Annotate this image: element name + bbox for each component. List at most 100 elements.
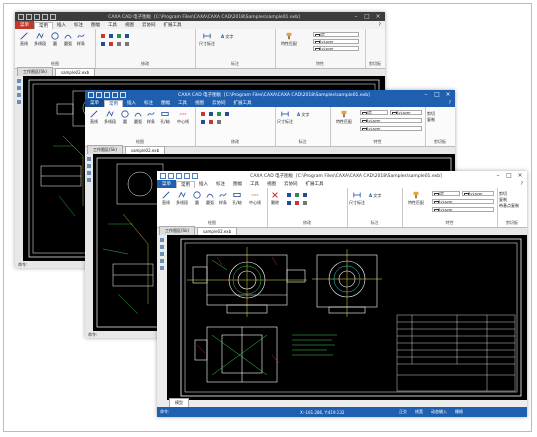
quick-access-toolbar[interactable]	[15, 13, 56, 20]
clipboard-copy-with-base[interactable]: 带基点复制	[499, 203, 519, 208]
circle-tool[interactable]: 圆	[50, 32, 60, 47]
layout-tab-model[interactable]: 模型	[169, 398, 189, 407]
menu-home[interactable]: 常用	[176, 180, 195, 188]
polyline-tool[interactable]: 多线段	[103, 110, 117, 125]
layer-combo[interactable]: 0层	[313, 32, 359, 37]
copy-icon[interactable]	[201, 120, 205, 124]
menu-extensions[interactable]: 扩展工具	[302, 181, 328, 187]
side-tool-icon[interactable]	[160, 245, 164, 249]
maximize-icon[interactable]: □	[433, 91, 441, 98]
menu-extensions[interactable]: 扩展工具	[230, 100, 256, 106]
polyline-tool[interactable]: 多线段	[175, 191, 189, 206]
rotate-icon[interactable]	[303, 193, 307, 197]
status-lineweight[interactable]: 线宽	[411, 409, 427, 415]
text-tool[interactable]: A 文字	[297, 112, 311, 118]
color-combo[interactable]: ByLayer	[462, 191, 494, 196]
command-prompt[interactable]: 命令:	[15, 262, 27, 268]
extend-icon[interactable]	[303, 201, 307, 205]
side-tool-icon[interactable]	[87, 157, 91, 161]
menu-cloud[interactable]: 云协同	[280, 181, 302, 187]
menu-extensions[interactable]: 扩展工具	[160, 22, 186, 28]
clipboard-cut[interactable]: 剪切	[427, 111, 435, 116]
arc-tool[interactable]: 圆弧	[63, 32, 73, 47]
close-icon[interactable]: ×	[374, 13, 382, 20]
file-tab-workspace[interactable]: 工作图区(Sk)	[17, 67, 53, 76]
menu-tools[interactable]: 工具	[246, 181, 263, 187]
menu-annotate[interactable]: 标注	[212, 181, 229, 187]
hole-shaft-tool[interactable]: 孔/轴	[159, 110, 171, 125]
move-icon[interactable]	[109, 34, 113, 38]
menu-insert[interactable]: 插入	[123, 100, 140, 106]
rotate-icon[interactable]	[125, 34, 129, 38]
menu-file[interactable]: 菜单	[157, 180, 176, 188]
menu-frame[interactable]: 图幅	[87, 22, 104, 28]
dimension-tool[interactable]: 尺寸标注	[349, 191, 365, 206]
dimension-tool[interactable]: 尺寸标注	[199, 32, 215, 47]
menu-tools[interactable]: 工具	[104, 22, 121, 28]
linetype-combo[interactable]: ByLayer	[432, 199, 494, 204]
clipboard-copy[interactable]: 复制	[427, 117, 435, 122]
polyline-tool[interactable]: 多线段	[33, 32, 47, 47]
layer-combo[interactable]: 0层	[432, 191, 460, 196]
menu-frame[interactable]: 图幅	[229, 181, 246, 187]
help-icon[interactable]: ?	[521, 182, 523, 187]
trim-icon[interactable]	[209, 120, 213, 124]
move-icon[interactable]	[287, 193, 291, 197]
menu-insert[interactable]: 插入	[53, 22, 70, 28]
help-icon[interactable]: ?	[449, 101, 451, 106]
trim-icon[interactable]	[295, 201, 299, 205]
linetype-combo[interactable]: ByLayer	[360, 118, 422, 123]
maximize-icon[interactable]: □	[505, 172, 513, 179]
mirror-icon[interactable]	[217, 112, 221, 116]
text-tool[interactable]: A 文字	[369, 193, 383, 199]
extend-icon[interactable]	[217, 120, 221, 124]
file-tab-sample[interactable]: sample02.exb	[54, 68, 96, 76]
spline-tool[interactable]: 样条	[76, 32, 86, 47]
match-properties-tool[interactable]: 特性匹配	[405, 191, 427, 206]
line-tool[interactable]: 直线	[160, 191, 172, 206]
dimension-tool[interactable]: 尺寸标注	[277, 110, 293, 125]
side-tool-icon[interactable]	[160, 259, 164, 263]
quick-access-toolbar[interactable]	[85, 91, 126, 98]
menu-annotate[interactable]: 标注	[70, 22, 87, 28]
lineweight-combo[interactable]: ByLayer	[313, 46, 359, 51]
side-tool-icon[interactable]	[17, 100, 21, 104]
side-tool-icon[interactable]	[17, 86, 21, 90]
fillet-icon[interactable]	[125, 42, 129, 46]
side-tool-icon[interactable]	[87, 171, 91, 175]
centerline-tool[interactable]: 中心线	[247, 191, 263, 206]
lineweight-combo[interactable]: ByLayer	[432, 207, 494, 212]
menu-home[interactable]: 常用	[34, 21, 53, 29]
side-tool-icon[interactable]	[17, 93, 21, 97]
arc-tool[interactable]: 圆弧	[205, 191, 215, 206]
centerline-tool[interactable]: 中心线	[175, 110, 191, 125]
menu-insert[interactable]: 插入	[195, 181, 212, 187]
spline-tool[interactable]: 样条	[146, 110, 156, 125]
menu-cloud[interactable]: 云协同	[138, 22, 160, 28]
minimize-icon[interactable]: –	[422, 91, 430, 98]
move-icon[interactable]	[209, 112, 213, 116]
mirror-icon[interactable]	[117, 34, 121, 38]
match-properties-tool[interactable]: 特性匹配	[333, 110, 355, 125]
drawing-canvas[interactable]	[167, 235, 527, 400]
menu-frame[interactable]: 图幅	[157, 100, 174, 106]
status-grid[interactable]: 栅格	[451, 409, 467, 415]
menu-view[interactable]: 视图	[263, 181, 280, 187]
maximize-icon[interactable]: □	[363, 13, 371, 20]
clipboard-copy[interactable]: 复制	[499, 197, 507, 202]
side-tool-icon[interactable]	[87, 178, 91, 182]
trim-icon[interactable]	[109, 42, 113, 46]
mirror-icon[interactable]	[295, 193, 299, 197]
text-tool[interactable]: A 文字	[221, 34, 235, 40]
minimize-icon[interactable]: –	[352, 13, 360, 20]
side-tool-icon[interactable]	[160, 252, 164, 256]
linetype-combo[interactable]: ByLayer	[313, 39, 359, 44]
extend-icon[interactable]	[117, 42, 121, 46]
lineweight-combo[interactable]: ByLayer	[360, 126, 422, 131]
hole-shaft-tool[interactable]: 孔/轴	[231, 191, 243, 206]
menu-file[interactable]: 菜单	[15, 21, 34, 29]
command-prompt[interactable]: 命令:	[85, 332, 97, 338]
rotate-icon[interactable]	[225, 112, 229, 116]
help-icon[interactable]: ?	[379, 23, 381, 28]
menu-file[interactable]: 菜单	[85, 99, 104, 107]
